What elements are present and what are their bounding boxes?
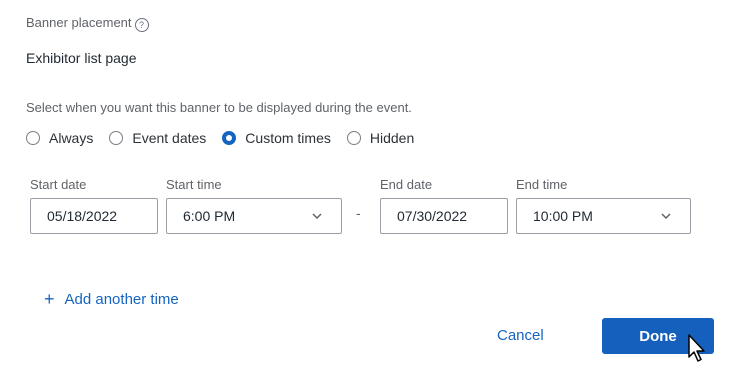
start-time-value: 6:00 PM bbox=[183, 208, 236, 224]
radio-circle bbox=[109, 131, 124, 145]
add-another-time-link[interactable]: + Add another time bbox=[44, 290, 179, 308]
start-date-value: 05/18/2022 bbox=[47, 208, 118, 224]
radio-label: Hidden bbox=[369, 130, 415, 146]
radio-hidden[interactable]: Hidden bbox=[346, 130, 415, 146]
start-date-input[interactable]: 05/18/2022 bbox=[30, 198, 158, 234]
radio-label: Custom times bbox=[245, 130, 331, 146]
mouse-cursor-icon bbox=[688, 334, 705, 362]
radio-circle bbox=[26, 131, 40, 145]
radio-always[interactable]: Always bbox=[26, 130, 93, 146]
banner-placement-label: Banner placement bbox=[26, 15, 132, 30]
radio-circle bbox=[346, 131, 361, 145]
end-date-input[interactable]: 07/30/2022 bbox=[380, 198, 508, 234]
start-time-label: Start time bbox=[166, 177, 222, 192]
start-time-select[interactable]: 6:00 PM bbox=[166, 198, 342, 234]
chevron-down-icon bbox=[661, 213, 671, 220]
date-range-separator: - bbox=[356, 205, 361, 221]
end-date-value: 07/30/2022 bbox=[397, 208, 468, 224]
add-another-time-label: Add another time bbox=[64, 290, 179, 308]
radio-event-dates[interactable]: Event dates bbox=[109, 130, 206, 146]
banner-placement-label-row: Banner placement? bbox=[26, 15, 149, 32]
radio-label: Always bbox=[49, 130, 94, 146]
end-time-select[interactable]: 10:00 PM bbox=[516, 198, 691, 234]
radio-custom-times[interactable]: Custom times bbox=[222, 130, 331, 146]
end-time-value: 10:00 PM bbox=[533, 208, 593, 224]
display-instruction: Select when you want this banner to be d… bbox=[26, 100, 412, 115]
end-date-label: End date bbox=[380, 177, 433, 192]
display-options-group: Always Event dates Custom times Hidden bbox=[26, 130, 430, 146]
start-date-label: Start date bbox=[30, 177, 87, 192]
cancel-button[interactable]: Cancel bbox=[497, 327, 544, 344]
question-circle-icon[interactable]: ? bbox=[134, 18, 149, 32]
banner-placement-value: Exhibitor list page bbox=[26, 50, 137, 66]
chevron-down-icon bbox=[312, 213, 322, 220]
radio-label: Event dates bbox=[132, 130, 207, 146]
plus-icon: + bbox=[44, 289, 55, 309]
end-time-label: End time bbox=[516, 177, 568, 192]
radio-circle-selected bbox=[222, 131, 237, 145]
